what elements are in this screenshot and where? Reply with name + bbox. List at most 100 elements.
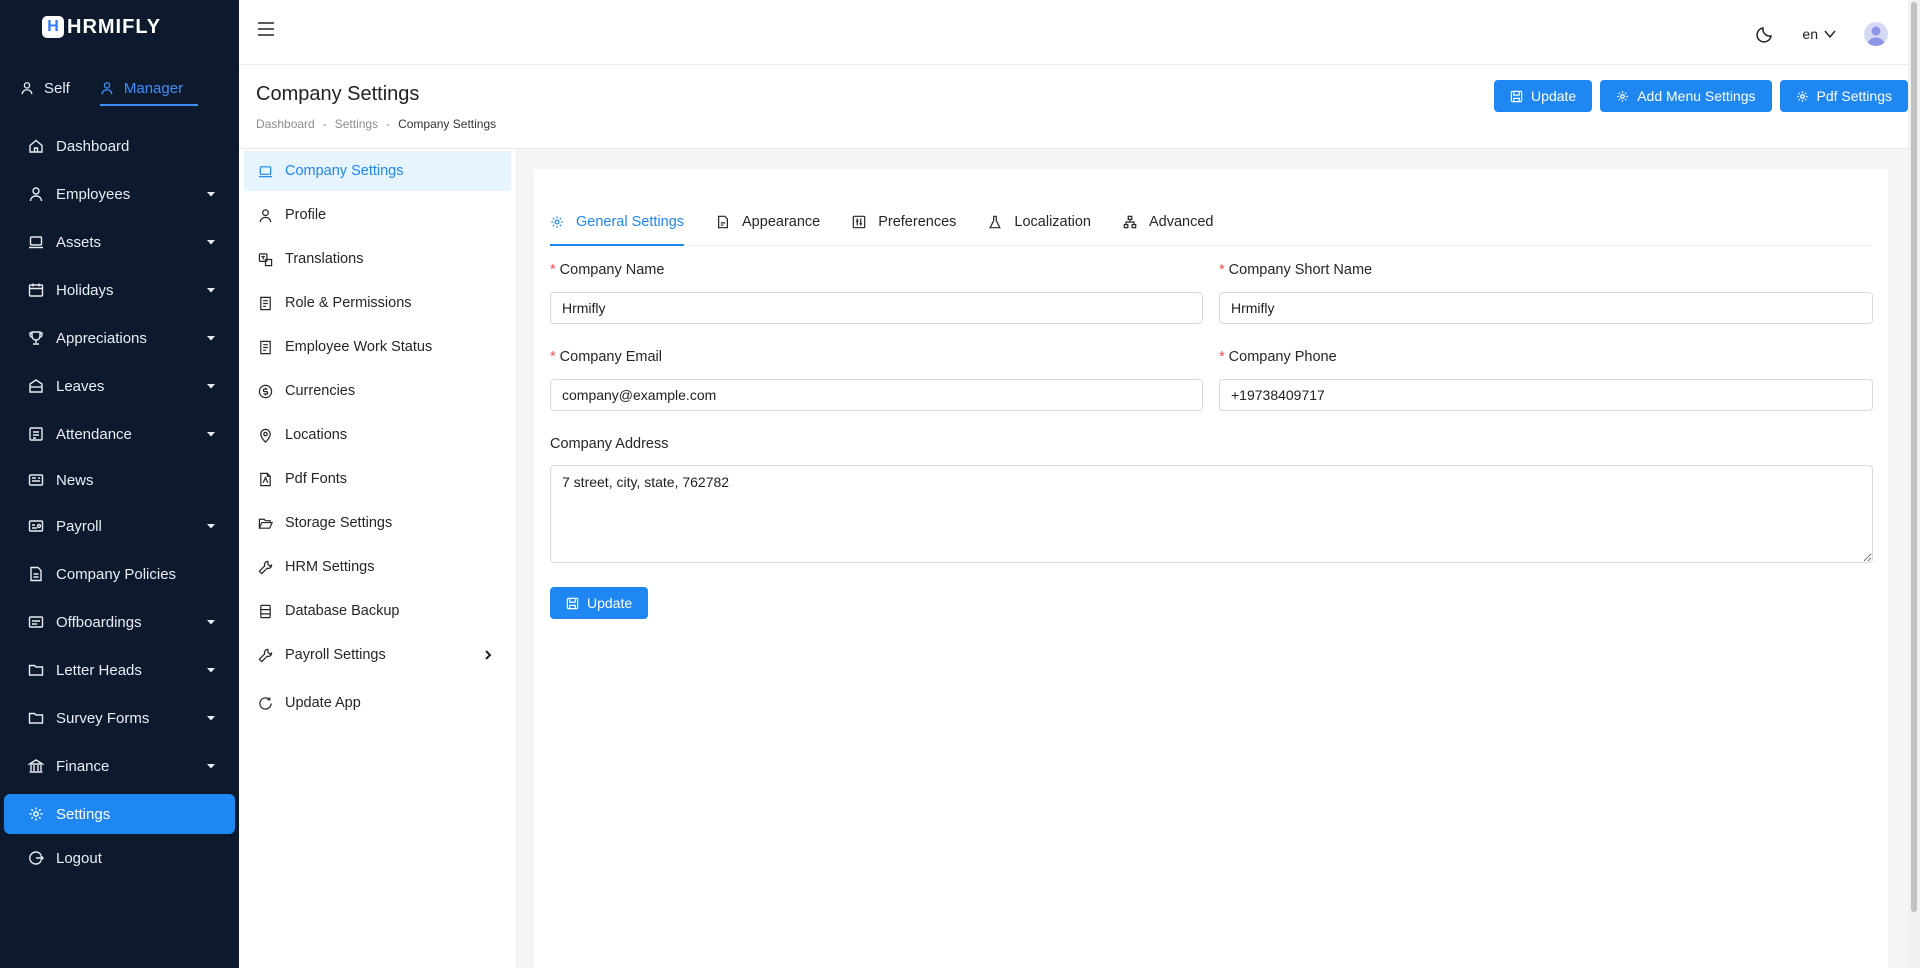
save-icon: [566, 597, 579, 609]
settings-item-database-backup[interactable]: Database Backup: [244, 591, 511, 631]
nav-item-logout[interactable]: Logout: [4, 834, 235, 882]
currency-icon: [258, 384, 273, 398]
company-address-label: Company Address: [550, 436, 669, 452]
settings-item-label: Currencies: [285, 383, 356, 399]
nav-item-employees[interactable]: Employees: [4, 170, 235, 218]
nav-item-survey-forms[interactable]: Survey Forms: [4, 694, 235, 742]
language-selector[interactable]: en: [1802, 26, 1836, 42]
nav-label: Holidays: [56, 281, 114, 299]
offboarding-icon: [28, 616, 44, 628]
nav-item-settings[interactable]: Settings: [4, 794, 235, 834]
top-bar: en: [239, 0, 1908, 65]
settings-item-label: Payroll Settings: [285, 647, 386, 663]
language-value: en: [1802, 26, 1818, 42]
mode-self[interactable]: Self: [20, 70, 70, 106]
settings-item-translations[interactable]: Translations: [244, 239, 511, 279]
nav-label: Settings: [56, 805, 111, 823]
settings-item-label: Pdf Fonts: [285, 471, 348, 487]
tab-label: Advanced: [1148, 214, 1214, 230]
chevron-down-icon: [207, 668, 215, 673]
add-menu-settings-button[interactable]: Add Menu Settings: [1600, 80, 1772, 112]
nav-item-dashboard[interactable]: Dashboard: [4, 126, 235, 166]
settings-item-locations[interactable]: Locations: [244, 415, 511, 455]
settings-item-label: Role & Permissions: [285, 295, 412, 311]
gear-icon: [1796, 90, 1808, 102]
settings-item-pdf-fonts[interactable]: Pdf Fonts: [244, 459, 511, 499]
mode-manager[interactable]: Manager: [99, 70, 199, 106]
settings-item-label: Translations: [285, 251, 364, 267]
nav-label: Attendance: [56, 425, 132, 443]
page-scrollbar[interactable]: [1908, 0, 1920, 968]
update-button-label: Update: [1531, 88, 1577, 104]
page-title: Company Settings: [256, 83, 420, 105]
tab-advanced[interactable]: Advanced: [1123, 199, 1214, 245]
nav-label: Offboardings: [56, 613, 142, 631]
app-logo[interactable]: H HRMIFLY: [42, 14, 161, 40]
nav-item-holidays[interactable]: Holidays: [4, 266, 235, 314]
nav-item-news[interactable]: News: [4, 458, 235, 502]
company-email-input[interactable]: [550, 379, 1203, 411]
tab-preferences[interactable]: Preferences: [852, 199, 956, 245]
settings-item-currencies[interactable]: Currencies: [244, 371, 511, 411]
tab-localization[interactable]: Localization: [988, 199, 1091, 245]
nav-item-appreciations[interactable]: Appreciations: [4, 314, 235, 362]
flask-icon: [989, 215, 1002, 229]
nav-label: Letter Heads: [56, 661, 142, 679]
settings-item-company-settings[interactable]: Company Settings: [244, 151, 511, 191]
nav-item-leaves[interactable]: Leaves: [4, 362, 235, 410]
update-button[interactable]: Update: [1494, 80, 1593, 112]
nav-item-finance[interactable]: Finance: [4, 742, 235, 790]
nav-label: Employees: [56, 185, 131, 203]
translate-icon: [258, 252, 273, 266]
nav-label: Logout: [56, 849, 102, 867]
nav-item-offboardings[interactable]: Offboardings: [4, 598, 235, 646]
settings-item-hrm-settings[interactable]: HRM Settings: [244, 547, 511, 587]
settings-item-employee-work-status[interactable]: Employee Work Status: [244, 327, 511, 367]
scrollbar-thumb[interactable]: [1911, 2, 1917, 912]
settings-item-label: Company Settings: [285, 163, 404, 179]
user-avatar[interactable]: [1864, 22, 1888, 46]
tab-appearance[interactable]: Appearance: [716, 199, 820, 245]
company-name-label: * Company Name: [550, 262, 664, 278]
nav-item-letter-heads[interactable]: Letter Heads: [4, 646, 235, 694]
chevron-down-icon: [207, 620, 215, 625]
nav-item-assets[interactable]: Assets: [4, 218, 235, 266]
form-update-button[interactable]: Update: [550, 587, 649, 619]
wrench-icon: [258, 648, 273, 662]
nav-item-company-policies[interactable]: Company Policies: [4, 550, 235, 598]
tab-general-settings[interactable]: General Settings: [550, 199, 685, 246]
policy-icon: [30, 566, 42, 582]
hamburger-menu-icon[interactable]: [257, 20, 275, 38]
wrench-icon: [258, 560, 273, 574]
settings-item-storage-settings[interactable]: Storage Settings: [244, 503, 511, 543]
company-phone-input[interactable]: [1219, 379, 1873, 411]
dark-mode-icon[interactable]: [1756, 25, 1774, 43]
page-header: Company Settings Dashboard - Settings - …: [239, 65, 1908, 149]
nav-label: Assets: [56, 233, 102, 251]
add-menu-settings-label: Add Menu Settings: [1637, 88, 1756, 104]
chevron-down-icon: [207, 716, 215, 721]
nav-item-attendance[interactable]: Attendance: [4, 410, 235, 458]
settings-item-update-app[interactable]: Update App: [244, 683, 511, 723]
settings-item-payroll-settings[interactable]: Payroll Settings: [244, 635, 511, 675]
company-short-name-input[interactable]: [1219, 292, 1873, 324]
settings-item-role-permissions[interactable]: Role & Permissions: [244, 283, 511, 323]
breadcrumb-settings[interactable]: Settings: [335, 117, 378, 131]
chevron-down-icon: [207, 240, 215, 245]
logout-icon: [29, 851, 44, 865]
pdf-settings-button[interactable]: Pdf Settings: [1779, 80, 1908, 112]
company-name-input[interactable]: [550, 292, 1203, 324]
breadcrumb-dashboard[interactable]: Dashboard: [256, 117, 315, 131]
settings-item-profile[interactable]: Profile: [244, 195, 511, 235]
company-address-textarea[interactable]: 7 street, city, state, 762782: [550, 465, 1873, 563]
location-pin-icon: [260, 428, 271, 443]
mode-switch: Self Manager: [20, 70, 199, 106]
settings-tabs: General Settings Appearance Preferences …: [550, 199, 1872, 246]
home-icon: [29, 139, 43, 153]
save-icon: [1510, 90, 1523, 102]
user-icon: [101, 82, 113, 95]
chevron-down-icon: [207, 336, 215, 341]
required-mark: *: [1219, 349, 1225, 365]
nav-item-payroll[interactable]: Payroll: [4, 502, 235, 550]
chevron-right-icon: [485, 650, 492, 660]
